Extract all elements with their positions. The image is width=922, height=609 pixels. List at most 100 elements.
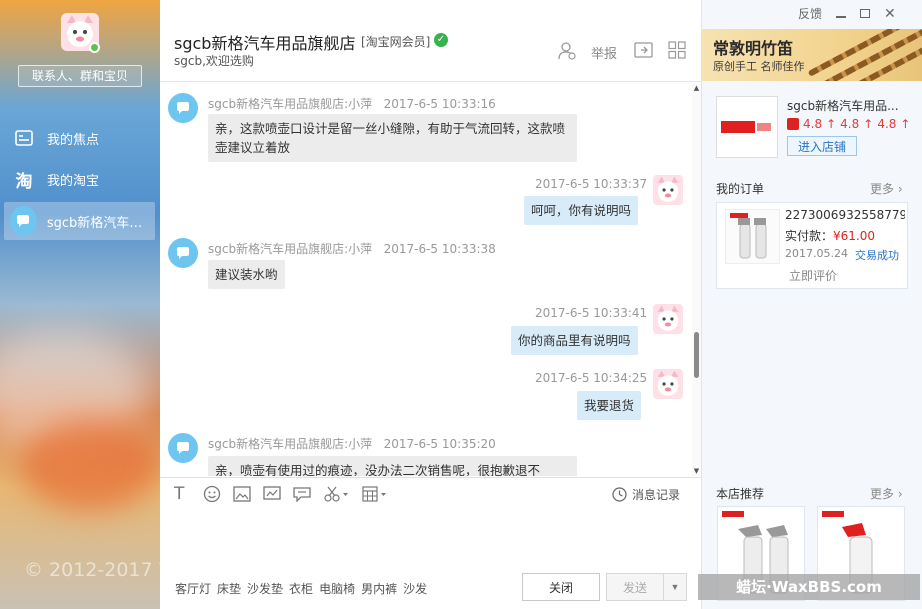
message-bubble: 我要退货 [577, 391, 642, 420]
close-button[interactable]: 关闭 [522, 573, 600, 601]
message-sender: sgcb新格汽车用品旗舰店:小萍 [208, 242, 373, 256]
report-button[interactable]: 举报 [591, 43, 617, 62]
send-options-chevron-down-icon[interactable]: ▼ [663, 573, 687, 601]
payment-label: 实付款： [785, 229, 834, 243]
scrollbar-thumb[interactable] [694, 332, 699, 378]
arrow-up-icon: ↑ [826, 117, 837, 131]
shop-chat-icon [10, 206, 37, 236]
orders-more-link[interactable]: 更多 › [870, 180, 903, 197]
rating-value: 4.8 [877, 117, 897, 131]
add-contact-icon[interactable] [557, 41, 577, 65]
shop-chat-icon [177, 247, 189, 259]
order-price: ¥61.00 [833, 229, 876, 243]
order-status: 交易成功 [855, 249, 899, 262]
share-icon[interactable] [634, 41, 654, 63]
message-time: 2017-6-5 10:34:25 [535, 371, 648, 385]
message-list[interactable]: sgcb新格汽车用品旗舰店:小萍 2017-6-5 10:33:16 亲，这款喷… [160, 83, 692, 476]
sidebar-item-focus[interactable]: 我的焦点 [0, 119, 160, 157]
sidebar-item-taobao[interactable]: 淘 我的淘宝 [0, 160, 160, 198]
message-sender: sgcb新格汽车用品旗舰店:小萍 [208, 437, 373, 451]
shop-avatar[interactable] [168, 238, 198, 268]
message-scrollbar[interactable] [692, 83, 701, 476]
calendar-icon[interactable] [362, 484, 388, 504]
chat-header: sgcb新格汽车用品旗舰店 [淘宝网会员] ✓ sgcb,欢迎选购 举报 [160, 0, 701, 82]
quick-tag[interactable]: 男内裤 [361, 580, 397, 597]
online-status-icon [89, 42, 100, 53]
message-time: 2017-6-5 10:33:38 [383, 242, 496, 256]
quick-tag[interactable]: 床垫 [217, 580, 241, 597]
quick-tag[interactable]: 沙发 [403, 580, 427, 597]
message-history-button[interactable]: 消息记录 [612, 486, 680, 503]
quick-reply-icon[interactable] [293, 484, 311, 504]
sidebar-item-shop-chat[interactable]: sgcb新格汽车用品... [4, 202, 155, 240]
minimize-icon[interactable] [836, 15, 847, 18]
left-sidebar: 联系人、群和宝贝 我的焦点 淘 我的淘宝 sgcb新格汽车用品... © 201… [0, 0, 160, 609]
ad-banner[interactable]: 常敦明竹笛 原创手工 名师佳作 [702, 29, 922, 81]
review-now-button[interactable]: 立即评价 [717, 267, 909, 284]
message-time: 2017-6-5 10:35:20 [383, 437, 496, 451]
cat-avatar-icon [657, 305, 679, 331]
more-label: 更多 [870, 487, 895, 501]
font-icon[interactable]: T [174, 484, 184, 504]
shop-avatar[interactable] [168, 93, 198, 123]
shop-logo[interactable] [716, 96, 778, 158]
message-input[interactable] [160, 509, 701, 569]
screenshot-icon[interactable] [263, 484, 281, 504]
taobao-icon: 淘 [15, 171, 33, 192]
verified-check-icon: ✓ [434, 33, 448, 47]
card-icon [14, 128, 34, 148]
close-icon[interactable]: ✕ [884, 6, 896, 22]
sidebar-item-label: sgcb新格汽车用品... [46, 215, 155, 231]
input-toolbar: T 消息记录 [160, 477, 701, 509]
quick-tag[interactable]: 衣柜 [289, 580, 313, 597]
message-time: 2017-6-5 10:33:41 [535, 306, 648, 320]
copyright-watermark: © 2012-2017 WaxBBS.com CC BY-NC-SA 4.0 [24, 559, 160, 581]
message-bubble: 你的商品里有说明吗 [511, 326, 638, 355]
scissors-icon[interactable] [324, 484, 350, 504]
member-tag: [淘宝网会员] [361, 35, 431, 49]
message-bubble: 呵呵，你有说明吗 [524, 196, 639, 225]
message-bubble: 亲，喷壶有使用过的痕迹，没办法二次销售呢，很抱歉退不 [208, 456, 577, 476]
scroll-up-icon[interactable]: ▲ [692, 84, 701, 93]
sgcb-logo-icon [721, 121, 771, 133]
quick-tag[interactable]: 沙发垫 [247, 580, 283, 597]
rating-value: 4.8 [840, 117, 860, 131]
message-meta: sgcb新格汽车用品旗舰店:小萍 2017-6-5 10:33:38 [208, 240, 496, 257]
order-number: 2273006932558779 [785, 208, 905, 222]
clock-icon [612, 487, 627, 502]
my-avatar-small[interactable] [653, 369, 683, 399]
emoji-icon[interactable] [203, 484, 221, 504]
quick-tag[interactable]: 客厅灯 [175, 580, 211, 597]
scroll-down-icon[interactable]: ▼ [692, 467, 701, 476]
orders-title: 我的订单 [716, 182, 765, 196]
sidebar-decoration [20, 420, 160, 510]
my-avatar-small[interactable] [653, 304, 683, 334]
banner-title: 常敦明竹笛 [713, 39, 794, 58]
my-avatar-small[interactable] [653, 175, 683, 205]
shop-subtitle: sgcb,欢迎选购 [174, 54, 254, 68]
message-meta: sgcb新格汽车用品旗舰店:小萍 2017-6-5 10:33:16 [208, 95, 496, 112]
recommend-more-link[interactable]: 更多 › [870, 485, 903, 502]
message-sender: sgcb新格汽车用品旗舰店:小萍 [208, 97, 373, 111]
send-button[interactable]: 发送 [606, 573, 664, 601]
sidebar-item-label: 我的淘宝 [47, 173, 100, 189]
right-panel: 反馈 ✕ 常敦明竹笛 原创手工 名师佳作 sgcb新格汽车用品... 4.8 ↑ … [701, 0, 922, 609]
maximize-icon[interactable] [860, 9, 871, 18]
shop-name[interactable]: sgcb新格汽车用品... [787, 97, 911, 114]
spray-bottle-icon [730, 213, 767, 259]
apps-grid-icon[interactable] [668, 41, 686, 63]
sidebar-item-label: 我的焦点 [47, 132, 100, 148]
shop-avatar[interactable] [168, 433, 198, 463]
window-controls: 反馈 ✕ [798, 5, 896, 22]
order-product-image[interactable] [725, 209, 780, 264]
contact-search-input[interactable]: 联系人、群和宝贝 [18, 65, 142, 87]
feedback-link[interactable]: 反馈 [798, 5, 822, 22]
order-card[interactable]: 2273006932558779 实付款：¥61.00 2017.05.24 交… [716, 202, 908, 289]
recommend-title: 本店推荐 [716, 487, 765, 501]
arrow-up-icon: ↑ [863, 117, 874, 131]
image-icon[interactable] [233, 484, 251, 504]
quick-tag[interactable]: 电脑椅 [319, 580, 355, 597]
quick-tags: 客厅灯 床垫 沙发垫 衣柜 电脑椅 男内裤 沙发 [175, 580, 427, 597]
enter-shop-button[interactable]: 进入店铺 [787, 136, 857, 156]
rating-badge-icon [787, 118, 799, 130]
